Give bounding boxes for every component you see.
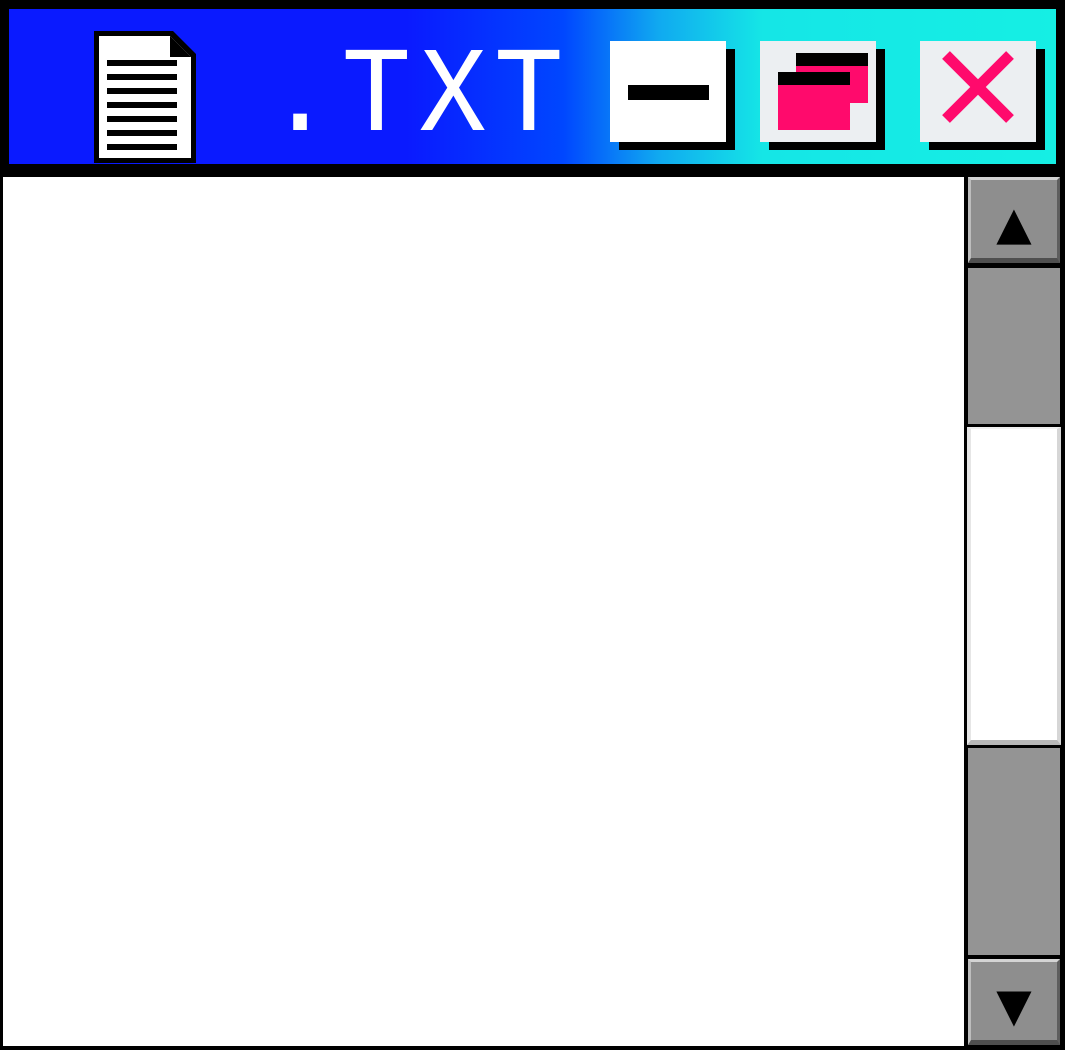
minimize-button[interactable] bbox=[610, 41, 726, 142]
scroll-thumb[interactable] bbox=[967, 427, 1061, 745]
text-editor-window: .TXT ▲ ▼ bbox=[0, 0, 1065, 1050]
close-icon bbox=[942, 51, 1014, 123]
scroll-up-button[interactable]: ▲ bbox=[968, 177, 1060, 263]
window-title: .TXT bbox=[267, 28, 572, 156]
restore-icon bbox=[778, 53, 868, 130]
scroll-track-upper[interactable] bbox=[968, 268, 1060, 424]
arrow-down-icon: ▼ bbox=[996, 978, 1032, 1032]
maximize-button[interactable] bbox=[760, 41, 876, 142]
scroll-track-lower[interactable] bbox=[968, 748, 1060, 955]
title-bar[interactable]: .TXT bbox=[9, 9, 1056, 164]
arrow-up-icon: ▲ bbox=[996, 196, 1032, 250]
text-document-icon bbox=[91, 28, 199, 166]
minimize-icon bbox=[628, 85, 709, 100]
close-button[interactable] bbox=[920, 41, 1036, 142]
text-content-area[interactable] bbox=[3, 177, 964, 1046]
scroll-down-button[interactable]: ▼ bbox=[968, 959, 1060, 1045]
vertical-scrollbar[interactable]: ▲ ▼ bbox=[964, 177, 1064, 1048]
